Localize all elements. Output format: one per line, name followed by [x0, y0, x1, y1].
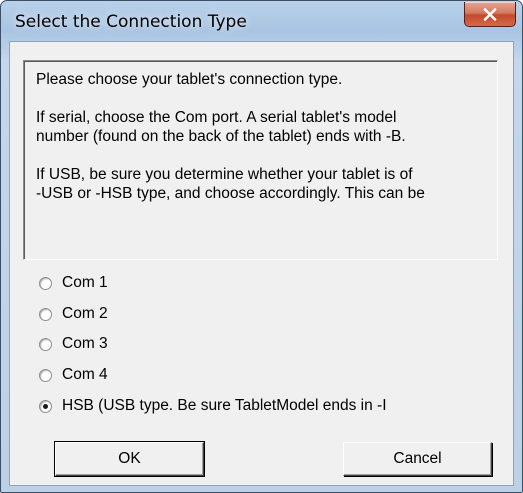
message-line: If serial, choose the Com port. A serial…: [36, 109, 397, 126]
radio-button[interactable]: [39, 337, 52, 351]
message-line: If USB, be sure you determine whether yo…: [36, 166, 413, 183]
message-line: Please choose your tablet's connection t…: [36, 71, 343, 88]
radio-button[interactable]: [39, 307, 52, 321]
cancel-button[interactable]: Cancel: [343, 442, 492, 476]
radio-option-com3[interactable]: Com 3: [39, 333, 108, 355]
radio-option-com2[interactable]: Com 2: [39, 303, 108, 325]
message-line: -USB or -HSB type, and choose accordingl…: [36, 185, 425, 202]
radio-label: Com 2: [62, 305, 108, 322]
radio-label: Com 3: [62, 335, 108, 352]
radio-label: Com 1: [62, 274, 108, 291]
radio-label: Com 4: [62, 366, 108, 383]
dialog-body: Please choose your tablet's connection t…: [9, 41, 514, 486]
radio-option-hsb[interactable]: HSB (USB type. Be sure TabletModel ends …: [39, 395, 387, 417]
radio-option-com1[interactable]: Com 1: [39, 272, 108, 294]
radio-option-com4[interactable]: Com 4: [39, 364, 108, 386]
ok-button[interactable]: OK: [54, 441, 205, 477]
close-button[interactable]: [464, 2, 516, 27]
message-line: number (found on the back of the tablet)…: [36, 128, 406, 145]
title-bar[interactable]: Select the Connection Type: [1, 1, 522, 41]
message-box[interactable]: Please choose your tablet's connection t…: [23, 60, 498, 260]
radio-button[interactable]: [39, 276, 52, 290]
radio-button[interactable]: [39, 368, 52, 382]
dialog-window: Select the Connection Type Please choose…: [0, 0, 523, 493]
window-title: Select the Connection Type: [15, 12, 247, 32]
radio-button-selected[interactable]: [39, 399, 52, 413]
close-icon: [483, 7, 497, 21]
radio-label: HSB (USB type. Be sure TabletModel ends …: [62, 397, 387, 414]
